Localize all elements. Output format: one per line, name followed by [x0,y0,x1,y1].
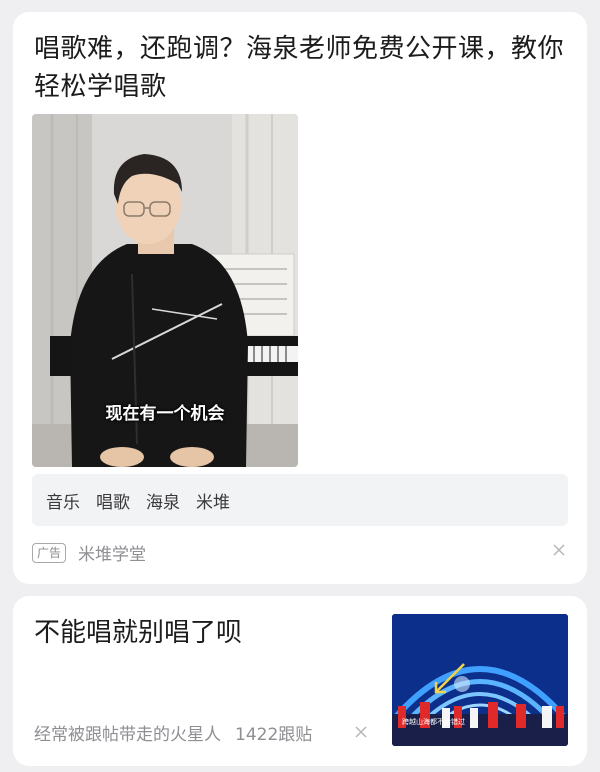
tag-item[interactable]: 米堆 [196,488,230,513]
ad-badge: 广告 [32,542,67,563]
ad-card[interactable]: 唱歌难，还跑调？海泉老师免费公开课，教你轻松学唱歌 现在有一个机会 音乐 唱歌 … [13,12,587,584]
ad-source[interactable]: 米堆学堂 [78,540,146,565]
close-icon[interactable] [354,725,368,739]
post-title[interactable]: 不能唱就别唱了呗 [34,614,242,652]
video-thumbnail[interactable]: 现在有一个机会 [32,114,298,467]
tag-bar: 音乐 唱歌 海泉 米堆 [32,474,568,526]
tag-item[interactable]: 海泉 [146,488,180,513]
ad-title[interactable]: 唱歌难，还跑调？海泉老师免费公开课，教你轻松学唱歌 [34,30,574,106]
ad-meta: 广告 米堆学堂 [32,540,146,565]
post-card[interactable]: 不能唱就别唱了呗 经常被跟帖带走的火星人 1422跟贴 跨越山海都不会错过 [13,596,587,766]
post-thumbnail[interactable]: 跨越山海都不会错过 [392,614,568,746]
tag-item[interactable]: 音乐 [46,488,80,513]
close-icon[interactable] [551,542,567,558]
video-caption: 现在有一个机会 [105,404,225,424]
tag-item[interactable]: 唱歌 [96,488,130,513]
reply-count[interactable]: 1422跟贴 [235,720,312,745]
post-meta: 经常被跟帖带走的火星人 1422跟贴 [34,720,312,745]
post-author[interactable]: 经常被跟帖带走的火星人 [34,720,221,745]
thumbnail-caption: 跨越山海都不会错过 [402,717,465,726]
